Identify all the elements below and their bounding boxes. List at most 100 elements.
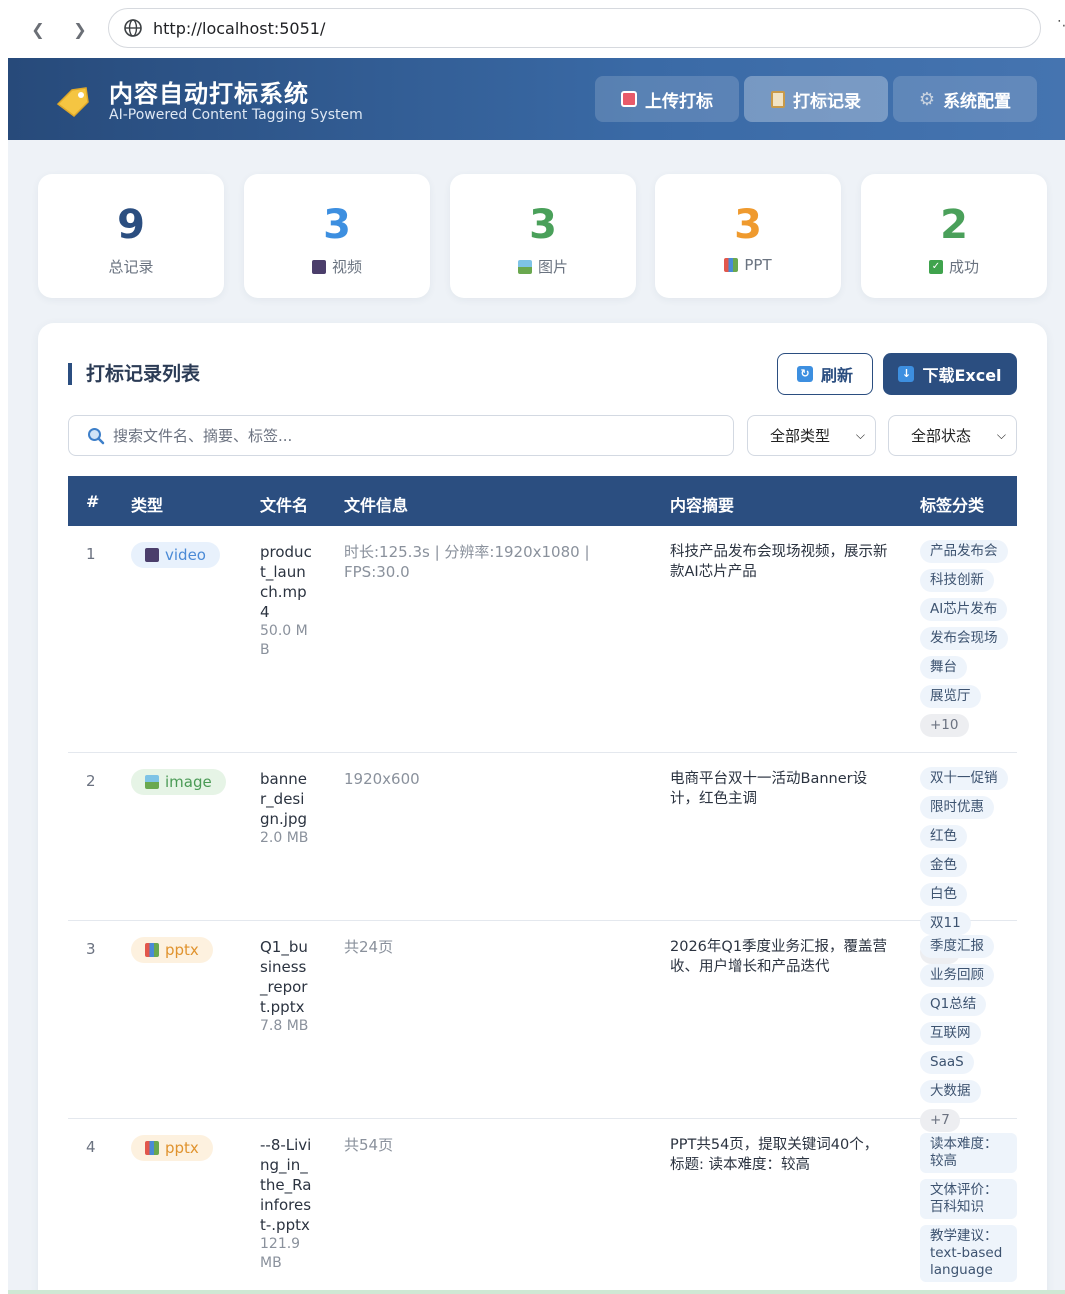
clapper-icon bbox=[145, 548, 159, 562]
url-text: http://localhost:5051/ bbox=[153, 18, 326, 38]
tag-chip: 双十一促销 bbox=[920, 767, 1008, 790]
stat-ppt: 3 PPT bbox=[655, 174, 841, 298]
nav-upload-button[interactable]: 上传打标 bbox=[595, 76, 739, 122]
picture-icon bbox=[517, 259, 532, 274]
upload-icon bbox=[621, 91, 637, 107]
column-index: # bbox=[86, 492, 100, 511]
type-filter-value: 全部类型 bbox=[770, 427, 831, 445]
picture-icon bbox=[145, 775, 159, 789]
tag-chip: Q1总结 bbox=[920, 993, 987, 1016]
file-size: 2.0 MB bbox=[260, 830, 309, 846]
file-name-text: product_launch.mp4 bbox=[260, 543, 312, 621]
file-name: --8-Living_in_the_Rainforest-.pptx 121.9… bbox=[260, 1135, 312, 1273]
stat-ppt-label: PPT bbox=[744, 256, 772, 274]
row-index: 1 bbox=[86, 545, 96, 563]
file-name-text: --8-Living_in_the_Rainforest-.pptx bbox=[260, 1136, 312, 1234]
app-title: 内容自动打标系统 bbox=[109, 80, 309, 108]
tag-list: 季度汇报 业务回顾 Q1总结 互联网 SaaS 大数据 +7 bbox=[920, 935, 1017, 1138]
tag-chip: 红色 bbox=[920, 825, 967, 848]
bar-chart-icon bbox=[145, 1141, 159, 1155]
type-badge: image bbox=[131, 769, 226, 795]
table-row[interactable]: 3 pptx Q1_business_report.pptx 7.8 MB 共2… bbox=[68, 921, 1017, 1132]
row-index: 3 bbox=[86, 940, 96, 958]
clipboard-icon bbox=[771, 90, 785, 108]
page-bottom-edge bbox=[8, 1290, 1065, 1294]
window-edge bbox=[0, 58, 8, 1294]
extension-icon[interactable]: ⋱ bbox=[1057, 18, 1065, 38]
file-size: 50.0 MB bbox=[260, 623, 308, 658]
table-row[interactable]: 4 pptx --8-Living_in_the_Rainforest-.ppt… bbox=[68, 1119, 1017, 1294]
tag-chip: 季度汇报 bbox=[920, 935, 994, 958]
file-info: 共24页 bbox=[344, 938, 394, 956]
forward-icon[interactable]: ❯ bbox=[66, 15, 94, 43]
stat-image: 3 图片 bbox=[450, 174, 636, 298]
stat-image-value: 3 bbox=[529, 202, 557, 248]
tag-chip: 金色 bbox=[920, 854, 967, 877]
file-size: 121.9 MB bbox=[260, 1236, 301, 1271]
more-tags-badge[interactable]: +10 bbox=[920, 714, 969, 737]
panel-title: 打标记录列表 bbox=[68, 363, 200, 385]
table-header: # 类型 文件名 文件信息 内容摘要 标签分类 bbox=[68, 476, 1017, 526]
check-icon: ✓ bbox=[928, 259, 943, 274]
stat-video-label: 视频 bbox=[331, 258, 362, 276]
file-name-text: banner_design.jpg bbox=[260, 770, 308, 828]
tag-chip: 限时优惠 bbox=[920, 796, 994, 819]
refresh-label: 刷新 bbox=[820, 366, 853, 385]
file-size: 7.8 MB bbox=[260, 1018, 309, 1034]
address-bar[interactable]: http://localhost:5051/ bbox=[108, 8, 1041, 48]
tag-chip: 互联网 bbox=[920, 1022, 981, 1045]
tag-chip: 舞台 bbox=[920, 656, 967, 679]
bar-chart-icon bbox=[724, 258, 739, 272]
tag-chip: 教学建议：text-based language bbox=[920, 1225, 1017, 1282]
tag-chip: 发布会现场 bbox=[920, 627, 1008, 650]
file-name: Q1_business_report.pptx 7.8 MB bbox=[260, 937, 312, 1036]
tag-list: 产品发布会 科技创新 AI芯片发布 发布会现场 舞台 展览厅 +10 bbox=[920, 540, 1017, 743]
tag-icon bbox=[56, 87, 89, 117]
tag-list: 读本难度：较高 文体评价：百科知识 教学建议：text-based langua… bbox=[920, 1133, 1017, 1288]
content-summary: PPT共54页，提取关键词40个，标题: 读本难度：较高 bbox=[670, 1137, 879, 1173]
column-tags[interactable]: 标签分类 bbox=[920, 492, 984, 516]
type-label: pptx bbox=[165, 1139, 199, 1157]
nav-config-button[interactable]: ⚙ 系统配置 bbox=[893, 76, 1037, 122]
stat-success: 2 ✓ 成功 bbox=[861, 174, 1047, 298]
type-badge: video bbox=[131, 542, 220, 568]
nav-config-label: 系统配置 bbox=[943, 91, 1012, 112]
refresh-button[interactable]: ↻ 刷新 bbox=[777, 353, 873, 395]
stat-success-value: 2 bbox=[940, 202, 968, 248]
tag-chip: 文体评价：百科知识 bbox=[920, 1179, 1017, 1219]
tag-chip: 读本难度：较高 bbox=[920, 1133, 1017, 1173]
type-filter-select[interactable]: 全部类型 ⌵ bbox=[747, 415, 876, 456]
app-subtitle: AI-Powered Content Tagging System bbox=[109, 107, 363, 123]
content-summary: 电商平台双十一活动Banner设计，红色主调 bbox=[670, 771, 868, 807]
tag-chip: 产品发布会 bbox=[920, 540, 1008, 563]
file-name: banner_design.jpg 2.0 MB bbox=[260, 769, 312, 848]
search-input[interactable] bbox=[113, 426, 713, 445]
tag-chip: 业务回顾 bbox=[920, 964, 994, 987]
refresh-icon: ↻ bbox=[796, 366, 813, 382]
content-summary: 科技产品发布会现场视频，展示新款AI芯片产品 bbox=[670, 544, 888, 580]
app-header: 内容自动打标系统 AI-Powered Content Tagging Syst… bbox=[8, 58, 1065, 140]
status-filter-select[interactable]: 全部状态 ⌵ bbox=[888, 415, 1017, 456]
stat-total-value: 9 bbox=[117, 202, 145, 248]
globe-icon bbox=[124, 19, 142, 37]
status-filter-value: 全部状态 bbox=[911, 427, 972, 445]
stat-total-label: 总记录 bbox=[108, 258, 154, 276]
file-info: 共54页 bbox=[344, 1136, 394, 1154]
column-summary: 内容摘要 bbox=[670, 496, 735, 515]
table-row[interactable]: 1 video product_launch.mp4 50.0 MB 时长:12… bbox=[68, 526, 1017, 753]
download-excel-button[interactable]: ↓ 下载Excel bbox=[883, 353, 1017, 395]
tag-chip: 展览厅 bbox=[920, 685, 981, 708]
chevron-down-icon: ⌵ bbox=[855, 428, 865, 442]
back-icon[interactable]: ❮ bbox=[24, 15, 52, 43]
download-icon: ↓ bbox=[898, 366, 915, 382]
file-info: 时长:125.3s | 分辨率:1920x1080 | FPS:30.0 bbox=[344, 543, 590, 581]
stat-video-value: 3 bbox=[323, 202, 351, 248]
stat-total: 9 总记录 bbox=[38, 174, 224, 298]
search-box[interactable] bbox=[68, 415, 734, 456]
stat-ppt-value: 3 bbox=[734, 202, 762, 248]
nav-records-button[interactable]: 打标记录 bbox=[744, 76, 888, 122]
tag-chip: AI芯片发布 bbox=[920, 598, 1008, 621]
table-row[interactable]: 2 image banner_design.jpg 2.0 MB 1920x60… bbox=[68, 753, 1017, 964]
row-index: 2 bbox=[86, 772, 96, 790]
gear-icon: ⚙ bbox=[918, 88, 936, 110]
